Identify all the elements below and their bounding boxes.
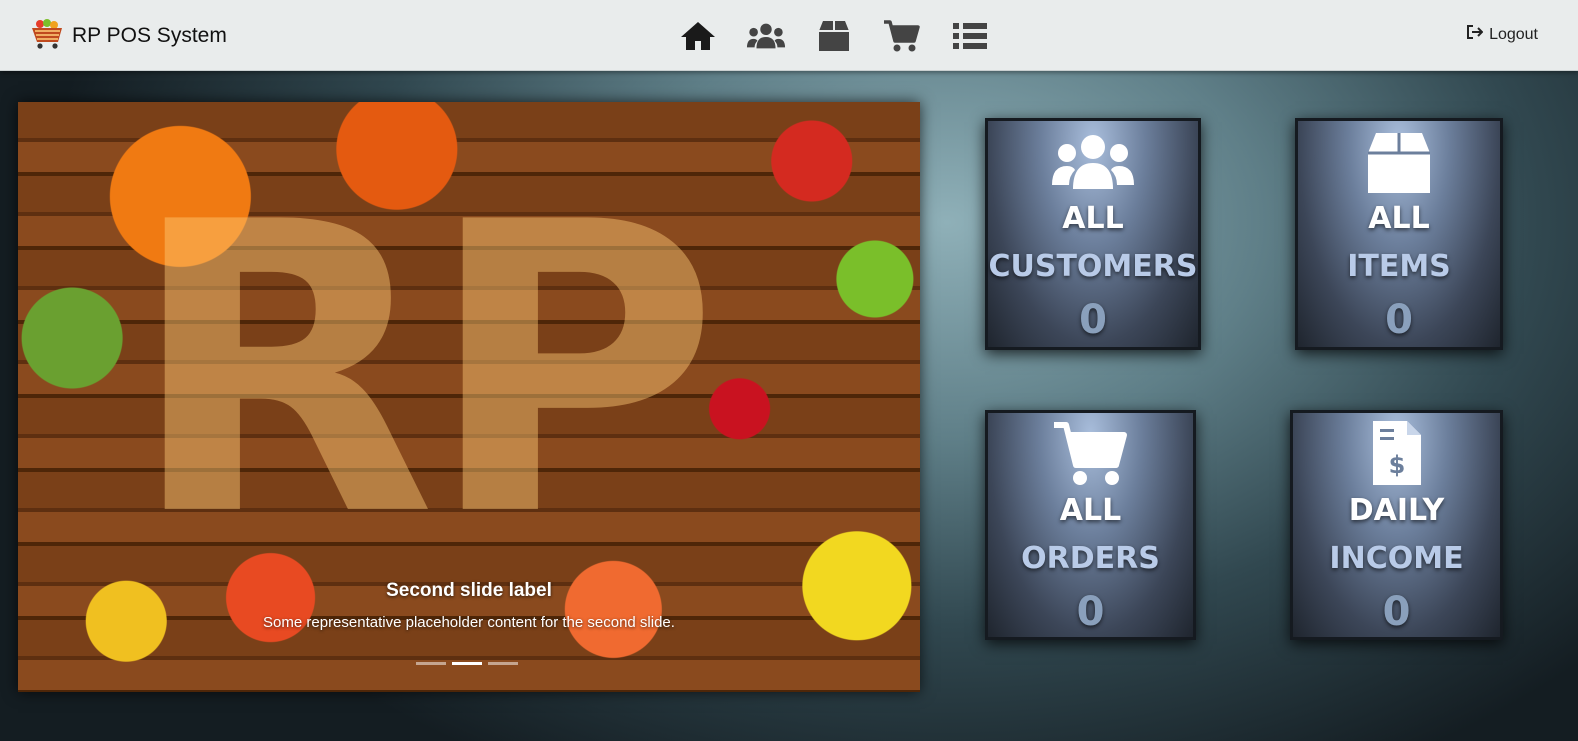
svg-text:$: $ — [1388, 451, 1405, 479]
cart-icon[interactable] — [882, 16, 922, 56]
card-title-line2: ITEMS — [1347, 249, 1451, 284]
carousel-indicator-2[interactable] — [452, 662, 482, 665]
customers-icon[interactable] — [746, 16, 786, 56]
app-title: RP POS System — [72, 24, 227, 47]
daily-income-card[interactable]: $ DAILY INCOME 0 — [1290, 410, 1503, 640]
all-customers-card[interactable]: ALL CUSTOMERS 0 — [985, 118, 1201, 350]
card-title-line2: INCOME — [1329, 541, 1464, 576]
card-title-line2: ORDERS — [1021, 541, 1160, 576]
carousel-logo-text: RP — [128, 139, 719, 604]
sign-out-icon — [1467, 25, 1484, 44]
card-count: 0 — [1382, 589, 1411, 635]
carousel-indicators — [416, 662, 518, 665]
carousel-caption-title: Second slide label — [386, 580, 552, 601]
card-count: 0 — [1076, 589, 1105, 635]
logout-label: Logout — [1489, 25, 1538, 43]
card-title-line1: DAILY — [1348, 493, 1445, 528]
shopping-basket-icon — [30, 18, 64, 54]
all-orders-card[interactable]: ALL ORDERS 0 — [985, 410, 1196, 640]
all-items-card[interactable]: ALL ITEMS 0 — [1295, 118, 1503, 350]
list-icon[interactable] — [950, 16, 990, 56]
items-icon[interactable] — [814, 16, 854, 56]
carousel-caption-text: Some representative placeholder content … — [263, 614, 675, 631]
card-count: 0 — [1385, 297, 1413, 343]
brand[interactable]: RP POS System — [30, 18, 227, 54]
card-title-line1: ALL — [1062, 201, 1124, 236]
card-count: 0 — [1079, 297, 1107, 343]
box-icon — [1298, 131, 1500, 195]
card-title-line2: CUSTOMERS — [988, 249, 1198, 284]
cart-icon — [988, 419, 1193, 487]
image-carousel[interactable]: RP Second slide label Some representativ… — [18, 102, 920, 692]
carousel-indicator-3[interactable] — [488, 662, 518, 665]
users-icon — [988, 133, 1198, 191]
carousel-indicator-1[interactable] — [416, 662, 446, 665]
invoice-icon: $ — [1293, 419, 1500, 487]
logout-button[interactable]: Logout — [1467, 25, 1538, 44]
card-title-line1: ALL — [1059, 493, 1122, 528]
card-title-line1: ALL — [1368, 201, 1430, 236]
main-nav — [678, 16, 990, 56]
home-icon[interactable] — [678, 16, 718, 56]
top-navbar: RP POS System Logout — [0, 0, 1578, 71]
